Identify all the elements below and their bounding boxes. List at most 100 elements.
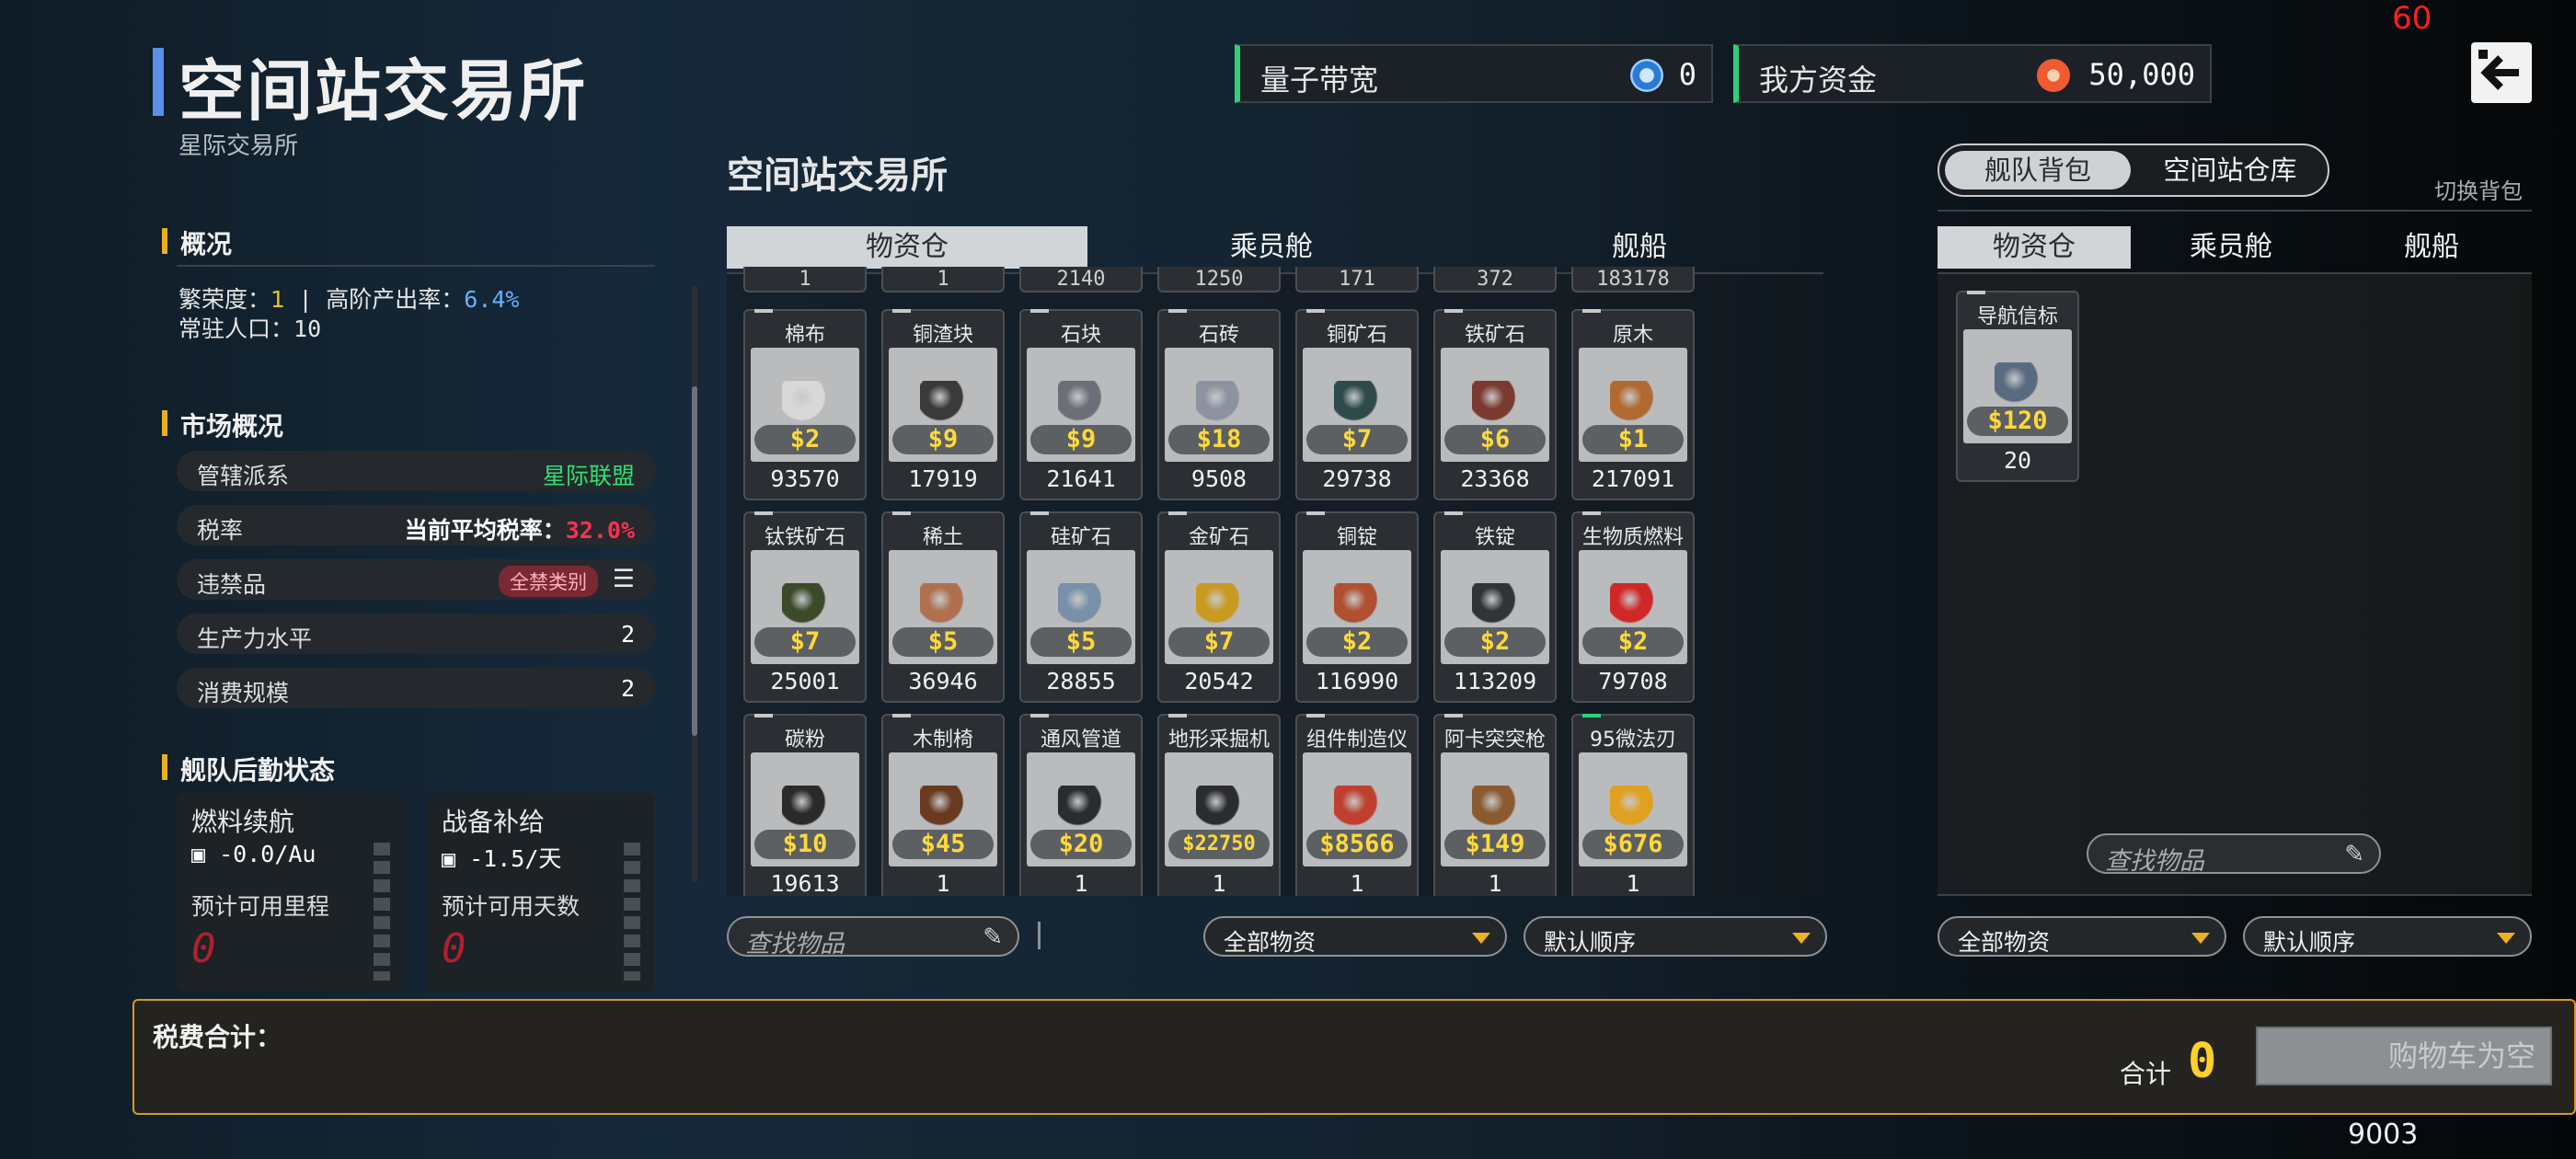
fleet-filter-value: 全部物资 <box>1958 929 2051 956</box>
item-card[interactable]: 阿卡突突枪 $149 1 <box>1433 714 1557 896</box>
item-price: $5 <box>1030 627 1132 657</box>
station-sort-dropdown[interactable]: 默认顺序 <box>1524 916 1827 957</box>
consumption-value: 2 <box>620 675 635 702</box>
item-card[interactable]: 金矿石 $7 20542 <box>1157 511 1281 703</box>
card-marker <box>754 309 773 313</box>
overview-separator: | <box>301 286 310 313</box>
toggle-station-warehouse[interactable]: 空间站仓库 <box>2138 151 2322 189</box>
toggle-fleet-bag[interactable]: 舰队背包 <box>1945 151 2131 189</box>
fleet-sort-dropdown[interactable]: 默认顺序 <box>2243 916 2532 957</box>
edit-icon: ✎ <box>2344 841 2364 868</box>
item-card[interactable]: 稀土 $5 36946 <box>881 511 1005 703</box>
card-marker <box>1967 291 1985 294</box>
fleet-bottom-divider <box>1938 894 2532 896</box>
item-quantity: 1250 <box>1194 268 1244 291</box>
checkout-button[interactable]: 购物车为空 <box>2256 1027 2552 1085</box>
supply-value: 0 <box>442 925 466 972</box>
page-subtitle: 星际交易所 <box>178 132 299 160</box>
item-card[interactable]: 原木 $1 217091 <box>1571 309 1695 500</box>
tab-station-crew[interactable]: 乘员舱 <box>1087 226 1455 269</box>
item-quantity: 372 <box>1477 268 1513 291</box>
tab-fleet-crew[interactable]: 乘员舱 <box>2131 226 2331 269</box>
supply-panel: 战备补给 ▣ -1.5/天 预计可用天数 0 <box>427 793 655 992</box>
item-price: $10 <box>754 830 856 859</box>
item-card[interactable]: 铜渣块 $9 17919 <box>881 309 1005 500</box>
card-marker <box>1306 714 1325 717</box>
item-card[interactable]: 95微法刃 $676 1 <box>1571 714 1695 896</box>
item-quantity: 23368 <box>1460 465 1530 492</box>
item-card[interactable]: 棉布 $2 93570 <box>743 309 867 500</box>
station-sort-value: 默认顺序 <box>1544 929 1637 956</box>
item-price: $7 <box>1306 425 1408 454</box>
item-card-partial[interactable]: 183178 <box>1571 267 1695 293</box>
station-item-grid: 1 1 2140 1250 171 372 183178 棉布 $2 93570 铜渣块 $9 1791… <box>727 267 1823 896</box>
item-card[interactable]: 硅矿石 $5 28855 <box>1019 511 1143 703</box>
item-card[interactable]: 铜矿石 $7 29738 <box>1295 309 1419 500</box>
item-name: 木制椅 <box>912 729 973 752</box>
copper-ore-icon <box>1334 381 1378 421</box>
bandwidth-display: 量子带宽 0 <box>1235 44 1713 103</box>
item-card[interactable]: 钛铁矿石 $7 25001 <box>743 511 867 703</box>
fleet-search-input[interactable]: 查找物品 ✎ <box>2087 833 2381 876</box>
item-card-partial[interactable]: 372 <box>1433 267 1557 293</box>
item-card[interactable]: 木制椅 $45 1 <box>881 714 1005 896</box>
item-card[interactable]: 石砖 $18 9508 <box>1157 309 1281 500</box>
fleet-search-placeholder: 查找物品 <box>2105 847 2204 876</box>
item-card-partial[interactable]: 1 <box>881 267 1005 293</box>
logistics-heading: 舰队后勤状态 <box>162 751 335 787</box>
card-marker <box>754 511 773 515</box>
item-card[interactable]: 铁锭 $2 113209 <box>1433 511 1557 703</box>
supply-title: 战备补给 <box>442 807 546 837</box>
list-icon[interactable]: ☰ <box>613 565 635 593</box>
gold-ore-icon <box>1196 583 1240 624</box>
copper-ingot-icon <box>1334 583 1378 624</box>
item-card[interactable]: 通风管道 $20 1 <box>1019 714 1143 896</box>
total-label: 合计 <box>2120 1059 2172 1089</box>
supply-rate: ▣ -1.5/天 <box>442 841 561 874</box>
fuel-value: 0 <box>191 925 216 972</box>
bag-toggle[interactable]: 舰队背包 空间站仓库 <box>1938 143 2329 197</box>
back-button[interactable] <box>2471 42 2532 103</box>
item-card[interactable]: 铁矿石 $6 23368 <box>1433 309 1557 500</box>
tab-fleet-storage[interactable]: 物资仓 <box>1938 226 2131 269</box>
slag-icon <box>920 381 964 421</box>
item-card[interactable]: 铜锭 $2 116990 <box>1295 511 1419 703</box>
item-quantity: 20 <box>2003 447 2032 474</box>
station-filter-dropdown[interactable]: 全部物资 <box>1203 916 1507 957</box>
supply-sub: 预计可用天数 <box>442 893 581 920</box>
station-tabs: 物资仓 乘员舱 舰船 <box>727 226 1823 269</box>
item-card[interactable]: 生物质燃料 $2 79708 <box>1571 511 1695 703</box>
tab-station-ships[interactable]: 舰船 <box>1455 226 1823 269</box>
item-name: 铁锭 <box>1474 526 1515 549</box>
tab-station-storage[interactable]: 物资仓 <box>727 226 1087 269</box>
fleet-filter-dropdown[interactable]: 全部物资 <box>1938 916 2226 957</box>
tax-value-line: 当前平均税率：32.0% <box>405 512 635 545</box>
item-quantity: 1 <box>1074 870 1088 896</box>
fuel-gauge <box>374 843 390 981</box>
item-card-partial[interactable]: 171 <box>1295 267 1419 293</box>
fleet-divider <box>1938 210 2532 212</box>
funds-value: 50,000 <box>2088 57 2195 92</box>
quantum-icon <box>1630 59 1663 92</box>
station-search-input[interactable]: 查找物品 ✎ <box>727 916 1019 958</box>
item-quantity: 9508 <box>1190 465 1248 492</box>
item-price: $2 <box>1444 627 1546 657</box>
item-card[interactable]: 石块 $9 21641 <box>1019 309 1143 500</box>
item-quantity: 2140 <box>1056 268 1106 291</box>
item-card-partial[interactable]: 1 <box>743 267 867 293</box>
tax-value: 32.0% <box>565 517 635 544</box>
item-name: 铜锭 <box>1336 526 1377 549</box>
left-scroll-thumb[interactable] <box>692 386 697 736</box>
item-quantity: 36946 <box>908 668 978 694</box>
item-card[interactable]: 导航信标 $120 20 <box>1956 291 2079 482</box>
switch-bag-label[interactable]: 切换背包 <box>2434 173 2523 205</box>
item-card[interactable]: 碳粉 $10 19613 <box>743 714 867 896</box>
item-card[interactable]: 地形采掘机 $22750 1 <box>1157 714 1281 896</box>
item-card[interactable]: 组件制造仪 $8566 1 <box>1295 714 1419 896</box>
item-card-partial[interactable]: 1250 <box>1157 267 1281 293</box>
silicon-ore-icon <box>1058 583 1102 624</box>
market-row-contraband[interactable]: 违禁品 全禁类别 ☰ <box>177 559 655 600</box>
tab-fleet-ships[interactable]: 舰船 <box>2331 226 2532 269</box>
item-card-partial[interactable]: 2140 <box>1019 267 1143 293</box>
fuel-title: 燃料续航 <box>191 807 295 837</box>
